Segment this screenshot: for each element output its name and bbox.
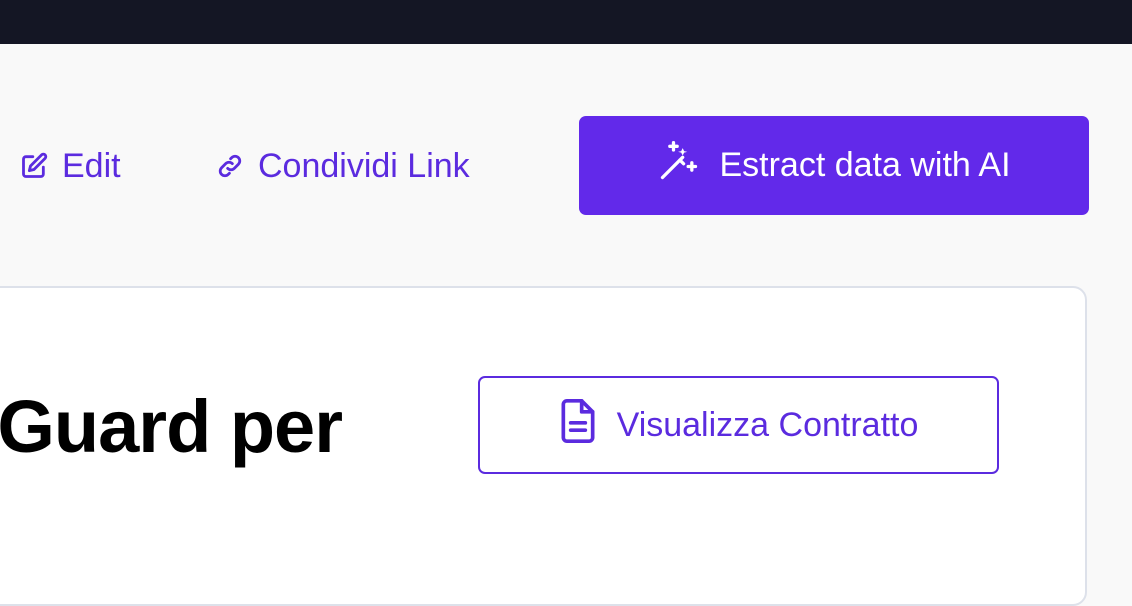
share-link-button[interactable]: Condividi Link [216,140,470,192]
view-contract-button[interactable]: Visualizza Contratto [478,376,999,474]
edit-button-label: Edit [62,146,121,185]
top-navigation-bar [0,0,1132,44]
extract-data-ai-button[interactable]: Estract data with AI [579,116,1089,215]
contract-title: Guard per [0,385,343,468]
share-link-button-label: Condividi Link [258,146,470,185]
extract-data-ai-button-label: Estract data with AI [719,146,1011,184]
view-contract-button-label: Visualizza Contratto [616,405,919,444]
link-icon [216,152,244,180]
edit-button[interactable]: Edit [20,140,121,192]
magic-wand-sparkles-icon [657,139,701,192]
document-text-icon [559,398,597,452]
pencil-square-icon [20,152,48,180]
